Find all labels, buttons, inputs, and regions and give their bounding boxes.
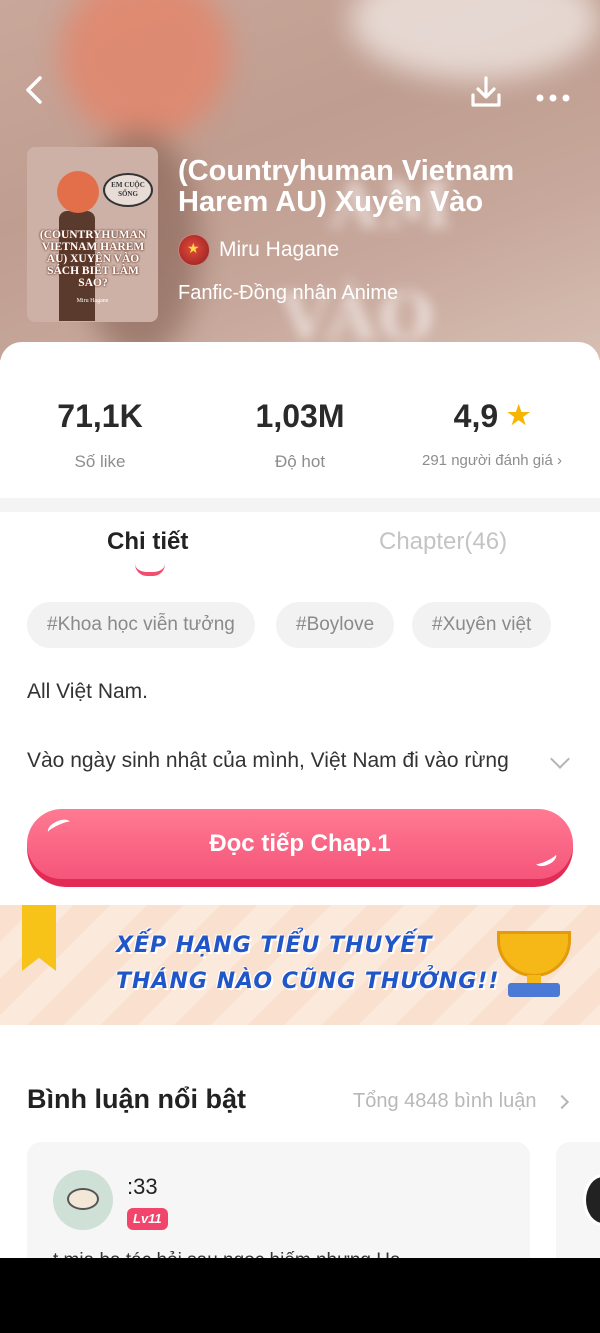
chevron-right-icon[interactable] — [554, 1094, 570, 1110]
likes-label: Số like — [74, 452, 126, 471]
cover-figure-head — [57, 171, 99, 213]
cover-speech-bubble: EM CUỘC SỐNG — [103, 173, 153, 207]
description-line: All Việt Nam. — [27, 680, 148, 703]
avatar-image — [67, 1188, 99, 1210]
cover-title: (COUNTRYHUMAN VIETNAM HAREM AU) XUYÊN VÀ… — [39, 229, 147, 289]
comment-card[interactable]: :33 Lv11 t mịa ba tác hỏi sau ngọc hiếm … — [27, 1142, 530, 1258]
hot-value: 1,03M — [255, 398, 345, 434]
star-icon: ★ — [187, 240, 200, 256]
comment-username: :33 — [127, 1174, 158, 1199]
download-button[interactable] — [468, 74, 504, 116]
comment-text: t mịa ba tác hỏi sau ngọc hiếm nhưng Hạ — [53, 1250, 401, 1258]
description-preview[interactable]: Vào ngày sinh nhật của mình, Việt Nam đi… — [27, 749, 547, 773]
author-avatar[interactable]: ★ — [178, 234, 210, 266]
active-tab-indicator — [135, 564, 165, 576]
tag-chip[interactable]: #Khoa học viễn tưởng — [27, 602, 255, 648]
continue-reading-label: Đọc tiếp Chap.1 — [209, 830, 391, 857]
bookmark-ribbon-icon — [22, 905, 56, 971]
comment-card[interactable] — [556, 1142, 600, 1258]
continue-reading-button[interactable]: Đọc tiếp Chap.1 — [27, 809, 573, 887]
book-cover[interactable]: EM CUỘC SỐNG (COUNTRYHUMAN VIETNAM HAREM… — [27, 147, 158, 322]
tag-chip[interactable]: #Boylove — [276, 602, 395, 648]
chevron-left-icon — [26, 76, 42, 104]
cover-author: Miru Hagane — [76, 298, 109, 304]
level-badge: Lv11 — [127, 1208, 168, 1230]
expand-chevron-icon[interactable] — [550, 749, 570, 769]
details-card: 71,1K Số like 1,03M Độ hot 4,9 ★ 291 ngư… — [0, 342, 600, 1258]
chevron-right-icon: › — [556, 452, 562, 469]
hot-label: Độ hot — [274, 452, 326, 471]
banner-line-2: THÁNG NÀO CŨNG THƯỞNG!! — [116, 969, 500, 994]
section-divider — [0, 498, 600, 512]
star-icon: ★ — [507, 400, 531, 430]
avatar[interactable] — [583, 1174, 600, 1226]
book-title: (Countryhuman Vietnam Harem AU) Xuyên Và… — [178, 155, 515, 218]
tab-details[interactable]: Chi tiết — [107, 528, 188, 556]
banner-line-1: XẾP HẠNG TIỂU THUYẾT — [116, 933, 433, 958]
tag-chip[interactable]: #Xuyên việt — [412, 602, 552, 648]
hot-stat: 1,03M Độ hot — [200, 398, 400, 472]
rating-value: 4,9 — [453, 398, 499, 434]
likes-stat: 71,1K Số like — [0, 398, 200, 472]
blurred-cover-shape — [350, 0, 600, 80]
book-detail-screen: AM VÀO EM CUỘC SỐNG (COUNTRYHUMAN VIETNA… — [0, 0, 600, 1258]
rating-stat[interactable]: 4,9 ★ 291 người đánh giá › — [392, 398, 592, 469]
more-button[interactable] — [535, 80, 571, 114]
book-header: AM VÀO EM CUỘC SỐNG (COUNTRYHUMAN VIETNA… — [0, 0, 600, 360]
author-name[interactable]: Miru Hagane — [219, 238, 339, 262]
likes-value: 71,1K — [57, 398, 143, 434]
more-dots-icon — [536, 94, 570, 102]
trophy-base — [508, 983, 560, 997]
download-icon — [471, 76, 501, 107]
tab-chapters[interactable]: Chapter(46) — [379, 528, 507, 556]
comments-total-link[interactable]: Tổng 4848 bình luận — [353, 1090, 537, 1113]
comments-section-title: Bình luận nổi bật — [27, 1084, 246, 1114]
ranking-banner[interactable]: XẾP HẠNG TIỂU THUYẾT THÁNG NÀO CŨNG THƯỞ… — [0, 905, 600, 1025]
back-button[interactable] — [22, 74, 50, 112]
trophy-icon — [497, 931, 571, 977]
avatar[interactable] — [53, 1170, 113, 1230]
rating-label: 291 người đánh giá — [422, 452, 553, 469]
book-genre: Fanfic-Đồng nhân Anime — [178, 282, 399, 304]
blurred-cover-shape — [60, 0, 230, 140]
